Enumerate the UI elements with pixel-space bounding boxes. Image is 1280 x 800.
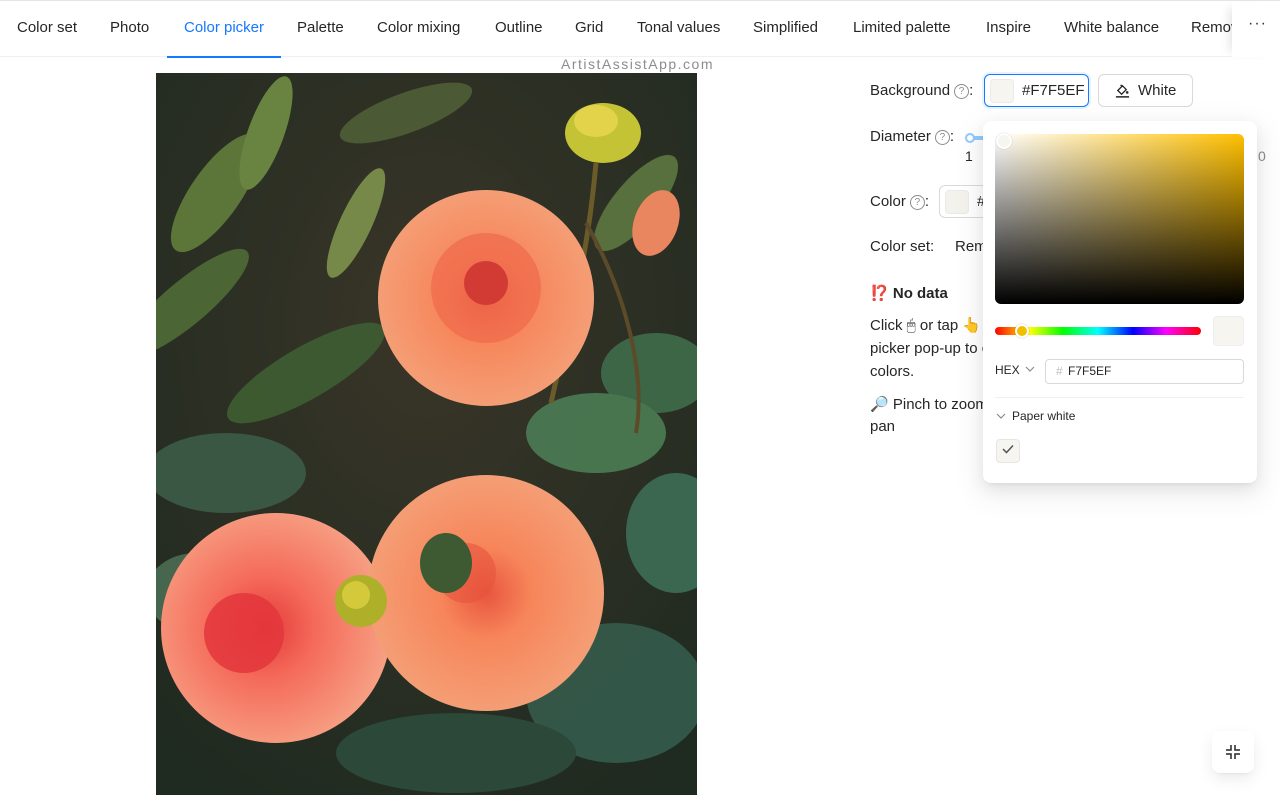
tab-grid[interactable]: Grid — [575, 1, 603, 57]
diameter-slider-handle[interactable] — [965, 133, 975, 143]
diameter-max-mark: 0 — [1258, 148, 1266, 164]
format-select[interactable]: HEX — [995, 363, 1020, 377]
tab-photo[interactable]: Photo — [110, 1, 149, 57]
tab-tonal-values[interactable]: Tonal values — [637, 1, 720, 57]
color-swatch — [945, 190, 969, 214]
background-label-text: Background — [870, 82, 951, 99]
chevron-down-icon[interactable] — [1025, 364, 1035, 374]
dahlia-photo — [156, 73, 697, 795]
diameter-label-text: Diameter — [870, 128, 931, 145]
color-set-label: Color set: — [870, 238, 935, 255]
zoom-instruction-line-1: 🔎 Pinch to zoom — [870, 395, 988, 413]
fullscreen-exit-button[interactable] — [1212, 731, 1254, 773]
color-set-label-text: Color set — [870, 238, 931, 255]
saturation-handle[interactable] — [996, 133, 1012, 149]
color-picker-popover: HEX # F7F5EF Paper white — [983, 121, 1257, 483]
mouse-icon: 🖱 — [906, 316, 916, 334]
background-swatch — [990, 79, 1014, 103]
white-button-label: White — [1138, 82, 1177, 99]
tab-inspire[interactable]: Inspire — [986, 1, 1031, 57]
tab-color-mixing[interactable]: Color mixing — [377, 1, 460, 57]
white-button[interactable]: White — [1098, 74, 1193, 107]
hex-input[interactable]: # F7F5EF — [1045, 359, 1244, 384]
pointing-hand-icon: 👆 — [962, 316, 982, 334]
saturation-panel[interactable] — [995, 134, 1244, 304]
question-circle-icon[interactable]: ? — [954, 84, 970, 99]
no-data-title: ⁉️ No data — [870, 284, 948, 302]
tap-text: or tap — [919, 317, 959, 334]
zoom-instruction-line-2: pan — [870, 418, 896, 435]
click-instruction-line-3: colors. — [870, 363, 915, 380]
tab-color-set[interactable]: Color set — [17, 1, 77, 57]
exclamation-question-icon: ⁉️ — [870, 284, 889, 302]
background-hex-text: #F7F5EF — [1022, 82, 1085, 99]
question-circle-icon[interactable]: ? — [934, 130, 950, 145]
color-label: Color?: — [870, 193, 930, 210]
color-set-value[interactable]: Rem — [955, 238, 987, 255]
fullscreen-exit-icon — [1226, 745, 1240, 759]
hash-prefix: # — [1056, 364, 1063, 378]
question-circle-icon[interactable]: ? — [909, 195, 925, 210]
magnifier-icon: 🔎 — [870, 395, 889, 413]
more-tabs-button[interactable]: ··· — [1248, 15, 1267, 33]
click-text: Click — [870, 317, 903, 334]
tab-limited-palette[interactable]: Limited palette — [853, 1, 951, 57]
diameter-label: Diameter?: — [870, 128, 955, 145]
bg-colors-icon — [1115, 84, 1130, 98]
no-data-text: No data — [892, 285, 948, 302]
tab-white-balance[interactable]: White balance — [1064, 1, 1159, 57]
background-color-button[interactable]: #F7F5EF — [984, 74, 1089, 107]
color-label-text: Color — [870, 193, 906, 210]
click-instruction-line-2: picker pop-up to c — [870, 340, 990, 357]
click-instruction-line-1: Click 🖱 or tap 👆 — [870, 316, 981, 334]
divider — [995, 397, 1244, 398]
zoom-text: Pinch to zoom — [892, 396, 988, 413]
hex-input-value: F7F5EF — [1068, 364, 1112, 378]
tab-color-picker[interactable]: Color picker — [166, 1, 282, 58]
tab-simplified[interactable]: Simplified — [753, 1, 818, 57]
diameter-min-mark: 1 — [965, 148, 973, 164]
chevron-down-icon[interactable] — [996, 411, 1006, 421]
background-label: Background?: — [870, 82, 974, 99]
tab-outline[interactable]: Outline — [495, 1, 543, 57]
preset-group-label[interactable]: Paper white — [1012, 409, 1075, 423]
check-icon — [1002, 444, 1014, 454]
top-tab-bar: Color set Photo Color picker Palette Col… — [0, 0, 1280, 58]
photo-canvas[interactable] — [156, 73, 697, 795]
color-preview — [1213, 316, 1244, 346]
hue-handle[interactable] — [1015, 324, 1029, 338]
watermark: ArtistAssistApp.com — [561, 56, 714, 72]
tab-palette[interactable]: Palette — [297, 1, 344, 57]
